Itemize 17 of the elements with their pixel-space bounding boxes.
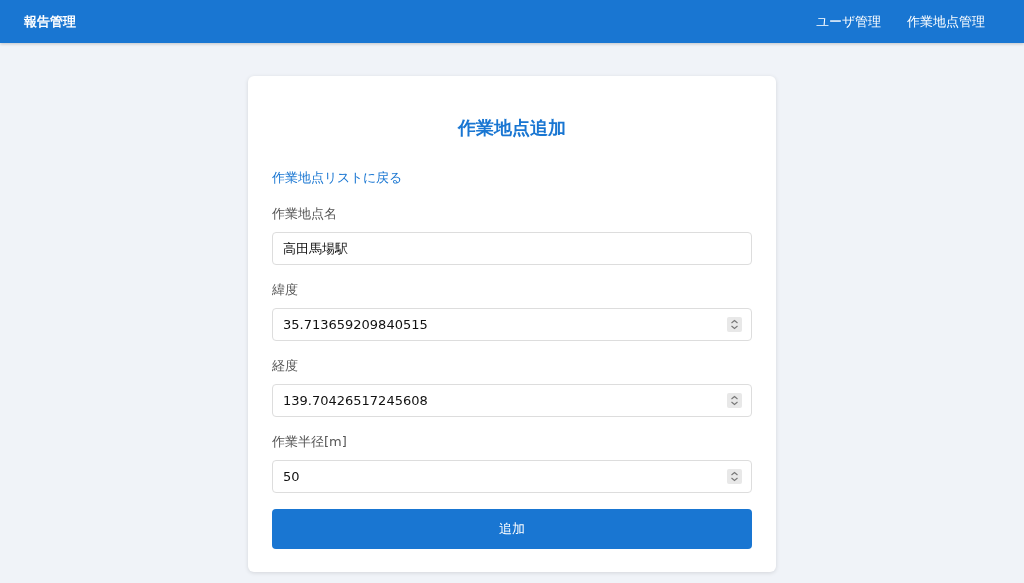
input-field[interactable]: 高田馬場駅	[272, 232, 752, 265]
field-label: 緯度	[272, 281, 299, 299]
field-label: 作業半径[m]	[272, 433, 348, 451]
input-field[interactable]: 139.70426517245608	[272, 384, 752, 417]
field-label: 作業地点名	[272, 205, 338, 223]
app-title: 報告管理	[24, 12, 76, 31]
field-label: 経度	[272, 357, 299, 375]
nav-link[interactable]: ユーザ管理	[816, 12, 881, 31]
spinner-icon[interactable]	[727, 469, 742, 484]
input-field[interactable]: 50	[272, 460, 752, 493]
add-button[interactable]: 追加	[272, 509, 752, 549]
spinner-icon[interactable]	[727, 317, 742, 332]
back-link[interactable]: 作業地点リストに戻る	[272, 169, 402, 187]
spinner-icon[interactable]	[727, 393, 742, 408]
nav-link[interactable]: 作業地点管理	[907, 12, 985, 31]
form-title: 作業地点追加	[456, 116, 567, 140]
input-field[interactable]: 35.713659209840515	[272, 308, 752, 341]
